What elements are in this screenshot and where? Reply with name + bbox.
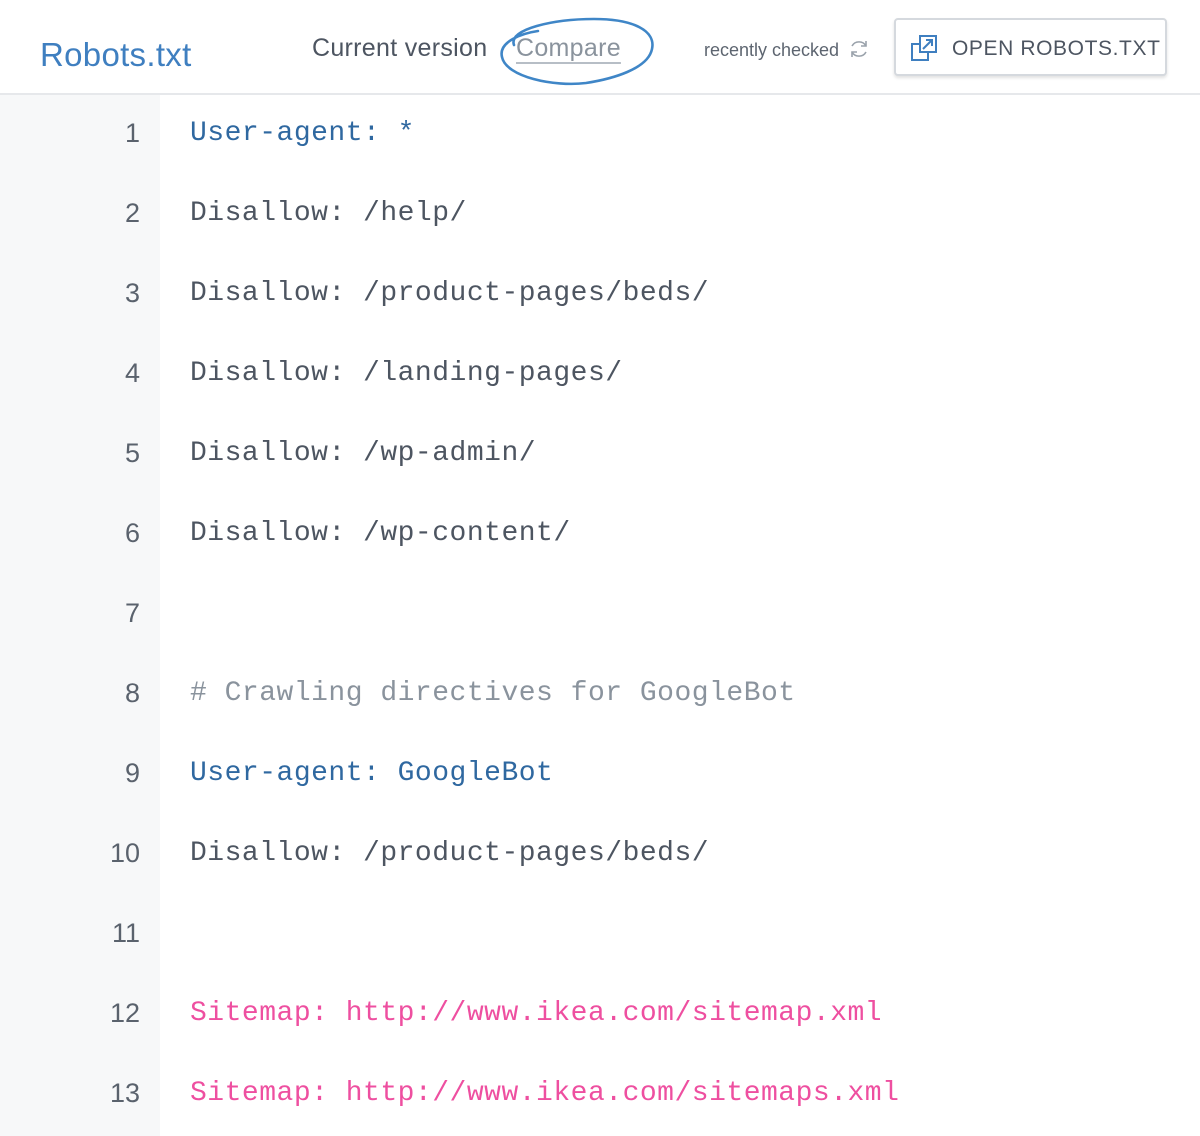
line-number: 4 <box>124 358 140 388</box>
line-number: 12 <box>109 998 140 1028</box>
open-button-label: OPEN ROBOTS.TXT <box>952 37 1161 60</box>
code-line: 12 Sitemap: http://www.ikea.com/sitemap.… <box>0 976 1200 1056</box>
line-number: 13 <box>109 1078 140 1108</box>
line-number: 5 <box>124 438 140 468</box>
line-number: 2 <box>124 198 140 228</box>
page-title: Robots.txt <box>40 36 192 73</box>
code-line: 4 Disallow: /landing-pages/ <box>0 336 1200 416</box>
line-number: 11 <box>111 918 140 948</box>
code-line: 7 <box>0 576 1200 656</box>
code-line: 6 Disallow: /wp-content/ <box>0 496 1200 576</box>
line-number: 1 <box>124 118 140 148</box>
recently-checked-label: recently checked <box>704 40 840 60</box>
open-external-icon <box>911 35 937 61</box>
code-line: 11 <box>0 896 1200 976</box>
code-line-text: Disallow: /landing-pages/ <box>190 358 623 389</box>
code-line: 3 Disallow: /product-pages/beds/ <box>0 256 1200 336</box>
code-line-text: User-agent: GoogleBot <box>190 758 554 789</box>
line-number: 3 <box>124 278 140 308</box>
line-number: 10 <box>109 838 140 868</box>
code-line: 9 User-agent: GoogleBot <box>0 736 1200 816</box>
header-bar: Robots.txt Current version Compare recen… <box>0 0 1200 95</box>
code-line: 13 Sitemap: http://www.ikea.com/sitemaps… <box>0 1056 1200 1136</box>
open-robots-txt-button[interactable]: OPEN ROBOTS.TXT <box>894 18 1167 76</box>
line-number: 9 <box>124 758 140 788</box>
code-line-text: Disallow: /product-pages/beds/ <box>190 838 710 869</box>
refresh-icon[interactable] <box>848 38 870 60</box>
code-line-text: Sitemap: http://www.ikea.com/sitemap.xml <box>190 998 883 1029</box>
compare-tab[interactable]: Compare <box>516 34 621 63</box>
line-number: 7 <box>124 598 140 628</box>
code-line-text: Sitemap: http://www.ikea.com/sitemaps.xm… <box>190 1078 900 1109</box>
code-line: 10 Disallow: /product-pages/beds/ <box>0 816 1200 896</box>
code-line-text: Disallow: /wp-admin/ <box>190 438 537 469</box>
code-line-text: # Crawling directives for GoogleBot <box>190 678 796 709</box>
current-version-tab[interactable]: Current version <box>312 34 487 63</box>
code-line-text: Disallow: /wp-content/ <box>190 518 571 549</box>
code-line: 5 Disallow: /wp-admin/ <box>0 416 1200 496</box>
code-line: 1 User-agent: * <box>0 96 1200 176</box>
code-line-text: Disallow: /help/ <box>190 198 467 229</box>
code-line: 8 # Crawling directives for GoogleBot <box>0 656 1200 736</box>
code-line-text: Disallow: /product-pages/beds/ <box>190 278 710 309</box>
code-line: 2 Disallow: /help/ <box>0 176 1200 256</box>
line-number: 6 <box>124 518 140 548</box>
code-line-text: User-agent: * <box>190 118 415 149</box>
line-number: 8 <box>124 678 140 708</box>
